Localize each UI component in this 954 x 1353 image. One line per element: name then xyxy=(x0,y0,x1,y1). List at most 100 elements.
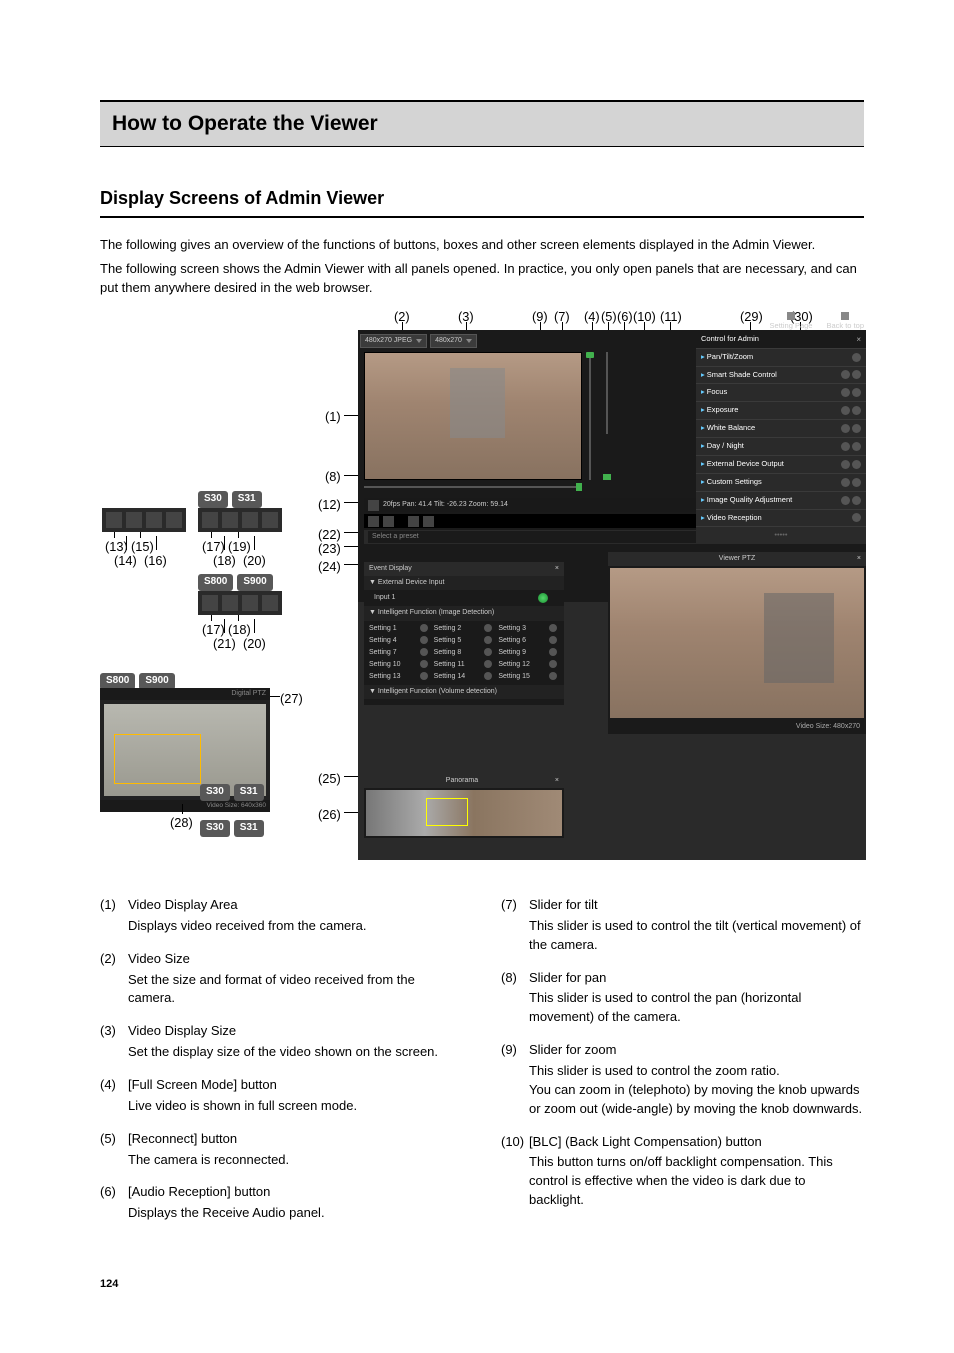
setting-9: Setting 9 xyxy=(498,648,545,658)
icon-b2[interactable] xyxy=(222,512,238,528)
setting-4: Setting 4 xyxy=(369,636,416,646)
ctrl-icon-2[interactable] xyxy=(383,516,394,527)
admin-row-exposure[interactable]: ▸Exposure xyxy=(696,401,866,419)
icon-a3[interactable] xyxy=(146,512,162,528)
input1-lamp-icon xyxy=(538,593,548,603)
event-input1-label: Input 1 xyxy=(374,593,395,603)
callout-28: (28) xyxy=(170,814,193,833)
close-icon[interactable]: × xyxy=(555,776,559,786)
viewer-ptz-panel: Viewer PTZ× Video Size: 480x270 xyxy=(608,552,866,734)
item-8-num: (8) xyxy=(501,969,529,988)
digital-ptz-title: Digital PTZ xyxy=(100,688,270,700)
item-5-title: [Reconnect] button xyxy=(128,1130,237,1149)
pan-slider[interactable] xyxy=(364,482,582,492)
panorama-image[interactable] xyxy=(366,790,562,836)
blc-icon[interactable] xyxy=(368,500,379,511)
event-sec-ext: ▼ External Device Input xyxy=(364,576,564,590)
item-4-num: (4) xyxy=(100,1076,128,1095)
ctrl-icon-1[interactable] xyxy=(368,516,379,527)
callout-16: (16) xyxy=(144,552,167,571)
item-descriptions: (1)Video Display AreaDisplays video rece… xyxy=(100,896,864,1237)
admin-row-daynight[interactable]: ▸Day / Night xyxy=(696,437,866,455)
admin-viewer-screenshot: Setting Page Back to top 480x270 JPEG 48… xyxy=(358,330,866,860)
zoom-slider[interactable] xyxy=(602,352,612,480)
setting-6: Setting 6 xyxy=(498,636,545,646)
admin-row-video[interactable]: ▸Video Reception xyxy=(696,509,866,527)
heading-main: How to Operate the Viewer xyxy=(100,100,864,147)
admin-row-ext[interactable]: ▸External Device Output xyxy=(696,455,866,473)
icon-b1[interactable] xyxy=(202,512,218,528)
event-sec-img: ▼ Intelligent Function (Image Detection) xyxy=(364,606,564,620)
item-4-body: Live video is shown in full screen mode. xyxy=(100,1097,463,1116)
setting-12: Setting 12 xyxy=(498,660,545,670)
item-6-title: [Audio Reception] button xyxy=(128,1183,270,1202)
back-to-top-link[interactable]: Back to top xyxy=(826,312,864,332)
icon-b3[interactable] xyxy=(242,512,258,528)
item-10-body: This button turns on/off backlight compe… xyxy=(501,1153,864,1210)
admin-row-custom[interactable]: ▸Custom Settings xyxy=(696,473,866,491)
icon-c1[interactable] xyxy=(202,595,218,611)
event-sec-vol: ▼ Intelligent Function (Volume detection… xyxy=(364,685,564,699)
icon-a2[interactable] xyxy=(126,512,142,528)
item-6-num: (6) xyxy=(100,1183,128,1202)
setting-11: Setting 11 xyxy=(434,660,481,670)
item-4-title: [Full Screen Mode] button xyxy=(128,1076,277,1095)
callout-8: (8) xyxy=(325,468,341,487)
item-8-body: This slider is used to control the pan (… xyxy=(501,989,864,1027)
callout-12: (12) xyxy=(318,496,341,515)
viewer-ptz-image[interactable] xyxy=(610,568,864,718)
item-3-body: Set the display size of the video shown … xyxy=(100,1043,463,1062)
icon-c4[interactable] xyxy=(262,595,278,611)
badge-s30-s31-c: S30S31 xyxy=(200,820,264,837)
close-icon[interactable]: × xyxy=(555,564,559,574)
video-display-area[interactable] xyxy=(364,352,582,480)
item-2-title: Video Size xyxy=(128,950,190,969)
icon-b4[interactable] xyxy=(262,512,278,528)
callout-14: (14) xyxy=(114,552,137,571)
icon-a4[interactable] xyxy=(166,512,182,528)
setting-5: Setting 5 xyxy=(434,636,481,646)
badge-s30-s31-a: S30S31 xyxy=(198,491,262,508)
event-display-title: Event Display xyxy=(369,564,412,574)
iconblock-b xyxy=(198,508,282,532)
setting-10: Setting 10 xyxy=(369,660,416,670)
callout-26: (26) xyxy=(318,806,341,825)
admin-row-iq[interactable]: ▸Image Quality Adjustment xyxy=(696,491,866,509)
setting-1: Setting 1 xyxy=(369,624,416,634)
setting-2: Setting 2 xyxy=(434,624,481,634)
setting-15: Setting 15 xyxy=(498,672,545,682)
item-7-body: This slider is used to control the tilt … xyxy=(501,917,864,955)
close-icon[interactable]: × xyxy=(857,554,861,564)
close-icon[interactable]: × xyxy=(856,334,861,346)
setting-3: Setting 3 xyxy=(498,624,545,634)
item-7-title: Slider for tilt xyxy=(529,896,598,915)
intro-p1: The following gives an overview of the f… xyxy=(100,236,864,255)
heading-sub: Display Screens of Admin Viewer xyxy=(100,185,864,217)
callout-24: (24) xyxy=(318,558,341,577)
setting-page-link[interactable]: Setting Page xyxy=(770,312,813,332)
video-size-dropdown[interactable]: 480x270 JPEG xyxy=(360,334,427,348)
panorama-panel: Panorama× xyxy=(364,774,564,838)
admin-row-focus[interactable]: ▸Focus xyxy=(696,383,866,401)
callout-27: (27) xyxy=(280,690,303,709)
ctrl-icon-3[interactable] xyxy=(408,516,419,527)
callout-1: (1) xyxy=(325,408,341,427)
admin-row-ptz[interactable]: ▸Pan/Tilt/Zoom xyxy=(696,348,866,366)
display-size-dropdown[interactable]: 480x270 xyxy=(430,334,477,348)
tilt-slider[interactable] xyxy=(584,352,596,480)
digital-ptz-videosize: Video Size: 640x360 xyxy=(100,800,270,811)
item-5-num: (5) xyxy=(100,1130,128,1149)
icon-c2[interactable] xyxy=(222,595,238,611)
setting-7: Setting 7 xyxy=(369,648,416,658)
callout-20a: (20) xyxy=(243,552,266,571)
admin-row-wb[interactable]: ▸White Balance xyxy=(696,419,866,437)
ctrl-icon-4[interactable] xyxy=(423,516,434,527)
iconblock-a xyxy=(102,508,186,532)
icon-a1[interactable] xyxy=(106,512,122,528)
icon-c3[interactable] xyxy=(242,595,258,611)
admin-row-shade[interactable]: ▸Smart Shade Control xyxy=(696,366,866,384)
iconblock-c xyxy=(198,591,282,615)
badge-s800-s900-a: S800S900 xyxy=(198,574,273,591)
admin-panel-title: Control for Admin xyxy=(701,334,759,345)
item-10-num: (10) xyxy=(501,1133,529,1152)
